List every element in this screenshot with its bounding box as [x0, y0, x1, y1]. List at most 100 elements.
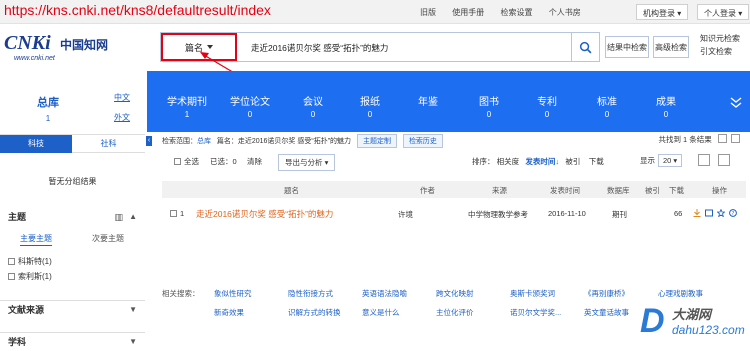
search-icon [579, 41, 592, 53]
list-view-icon[interactable] [731, 134, 740, 143]
category-patent[interactable]: 专利 0 [517, 93, 577, 119]
search-history-button[interactable]: 检索历史 [402, 134, 443, 148]
search-scope: 检索范围：总库 篇名：走近2016诺贝尔奖 感受“拓扑”的魅力 主题定制 检索历… [162, 134, 443, 148]
related-link[interactable]: 意义是什么 [362, 307, 400, 318]
chevron-down-icon[interactable] [729, 95, 743, 109]
clear-button[interactable]: 清除 [247, 156, 262, 167]
total-library[interactable]: 总库 1 [0, 94, 96, 123]
checkbox[interactable] [174, 158, 181, 165]
tab-main-topic[interactable]: 主要主题 [20, 232, 52, 246]
topic-section-header[interactable]: 主题 ▥ ▲ [0, 208, 145, 226]
related-link[interactable]: 奥斯卡颁奖词 [510, 288, 555, 299]
search-input[interactable]: 走近2016诺贝尔奖 感受“拓扑”的魅力 [251, 42, 388, 54]
category-journal[interactable]: 学术期刊 1 [157, 93, 217, 119]
related-link[interactable]: 诺贝尔文学奖... [510, 307, 561, 318]
subject-section-header[interactable]: 学科 ▼ [0, 332, 145, 350]
select-all[interactable]: 全选 [174, 156, 199, 167]
list-view-icon[interactable] [718, 154, 730, 166]
chevron-down-icon[interactable]: ▼ [129, 301, 137, 319]
chart-icon[interactable]: ▥ [114, 208, 123, 226]
grid-view-icon[interactable] [717, 134, 727, 143]
related-link[interactable]: 新奇效果 [214, 307, 244, 318]
tab-sub-topic[interactable]: 次要主题 [92, 232, 124, 246]
related-link[interactable]: 主位化评价 [436, 307, 474, 318]
top-link-personal-study[interactable]: 个人书房 [549, 8, 581, 17]
related-link[interactable]: 《再别康桥》 [584, 288, 629, 299]
related-link[interactable]: 跨文化映射 [436, 288, 474, 299]
knowledge-search-link[interactable]: 知识元检索 [700, 32, 740, 45]
chevron-down-icon [207, 45, 213, 49]
advanced-search-button[interactable]: 高级检索 [653, 36, 689, 58]
category-yearbook[interactable]: 年鉴 [398, 93, 458, 110]
result-author[interactable]: 许境 [398, 209, 413, 220]
col-title[interactable]: 题名 [284, 185, 299, 196]
category-thesis[interactable]: 学位论文 0 [220, 93, 280, 119]
theme-custom-button[interactable]: 主题定制 [356, 134, 397, 148]
category-achievement[interactable]: 成果 0 [636, 93, 696, 119]
category-book[interactable]: 图书 0 [459, 93, 519, 119]
org-login-button[interactable]: 机构登录 ▾ [636, 4, 689, 20]
result-source[interactable]: 中学物理教学参考 [468, 209, 528, 220]
export-analysis-button[interactable]: 导出与分析 ▾ [278, 154, 336, 171]
topic-item[interactable]: 索利斯(1) [8, 271, 52, 282]
read-icon[interactable] [705, 209, 713, 217]
category-standard[interactable]: 标准 0 [577, 93, 637, 119]
col-downloads[interactable]: 下载 [669, 185, 684, 196]
row-select[interactable]: 1 [170, 209, 184, 218]
no-group-result: 暂无分组结果 [48, 177, 97, 186]
search-button[interactable] [571, 33, 599, 61]
grid-view-icon[interactable] [698, 154, 710, 166]
chevron-down-icon[interactable]: ▼ [129, 333, 137, 351]
scope-db[interactable]: 总库 [197, 138, 211, 145]
watermark-logo: D 大湖网 dahu123.com [640, 302, 745, 340]
category-bar: 学术期刊 1 学位论文 0 会议 0 报纸 0 年鉴 图书 0 专利 0 标准 0 成果 0 [147, 71, 750, 132]
favorite-icon[interactable] [717, 209, 725, 217]
col-author[interactable]: 作者 [420, 185, 435, 196]
category-newspaper[interactable]: 报纸 0 [340, 93, 400, 119]
source-section-header[interactable]: 文献来源 ▼ [0, 300, 145, 318]
tab-social[interactable]: 社科 [72, 135, 145, 153]
related-label: 相关搜索： [162, 289, 200, 298]
col-date[interactable]: 发表时间 [550, 185, 580, 196]
top-link-settings[interactable]: 检索设置 [500, 8, 532, 17]
category-conference[interactable]: 会议 0 [283, 93, 343, 119]
col-source[interactable]: 来源 [492, 185, 507, 196]
related-link[interactable]: 隐性衔接方式 [288, 288, 333, 299]
checkbox[interactable] [8, 273, 15, 280]
checkbox[interactable] [8, 258, 15, 265]
quote-icon[interactable]: ? [729, 209, 737, 217]
search-within-button[interactable]: 结果中检索 [605, 36, 649, 58]
page-size-select[interactable]: 显示 20 ▾ [640, 154, 683, 167]
lang-chinese-link[interactable]: 中文 [114, 92, 130, 103]
page-size-value[interactable]: 20 ▾ [658, 154, 683, 167]
topic-item[interactable]: 科斯特(1) [8, 256, 52, 267]
lang-foreign-link[interactable]: 外文 [114, 112, 130, 123]
related-link[interactable]: 英语语法隐喻 [362, 288, 407, 299]
result-title-link[interactable]: 走近2016诺贝尔奖 感受“拓扑”的魅力 [196, 208, 333, 220]
result-date: 2016-11-10 [548, 209, 586, 218]
tab-tech[interactable]: 科技 [0, 135, 72, 153]
related-link[interactable]: 英文童话故事 [584, 307, 629, 318]
download-icon[interactable] [693, 209, 701, 217]
sort-downloads[interactable]: 下载 [589, 157, 604, 166]
col-cited[interactable]: 被引 [645, 185, 660, 196]
sidebar-tabs: 科技 社科 [0, 134, 145, 153]
related-link[interactable]: 识解方式的转换 [288, 307, 341, 318]
sort-relevance[interactable]: 相关度 [497, 157, 520, 166]
cnki-logo[interactable]: CNKi 中国知网 www.cnki.net [4, 32, 112, 64]
logo-text: CNKi [4, 32, 51, 54]
top-bar: https://kns.cnki.net/kns8/defaultresult/… [0, 0, 750, 24]
citation-search-link[interactable]: 引文检索 [700, 45, 740, 58]
sort-publish-date[interactable]: 发表时间↓ [525, 157, 559, 166]
top-link-old-version[interactable]: 旧版 [420, 8, 436, 17]
personal-login-button[interactable]: 个人登录 ▾ [697, 4, 750, 20]
top-link-manual[interactable]: 使用手册 [452, 8, 484, 17]
chevron-up-icon[interactable]: ▲ [129, 208, 137, 226]
col-database[interactable]: 数据库 [607, 185, 630, 196]
sidebar-collapse-button[interactable]: ‹ [146, 136, 152, 146]
search-field-select[interactable]: 篇名 [161, 33, 237, 61]
sort-cited[interactable]: 被引 [565, 157, 580, 166]
checkbox[interactable] [170, 210, 177, 217]
related-link[interactable]: 象似性研究 [214, 288, 252, 299]
logo-chinese: 中国知网 [60, 38, 109, 52]
